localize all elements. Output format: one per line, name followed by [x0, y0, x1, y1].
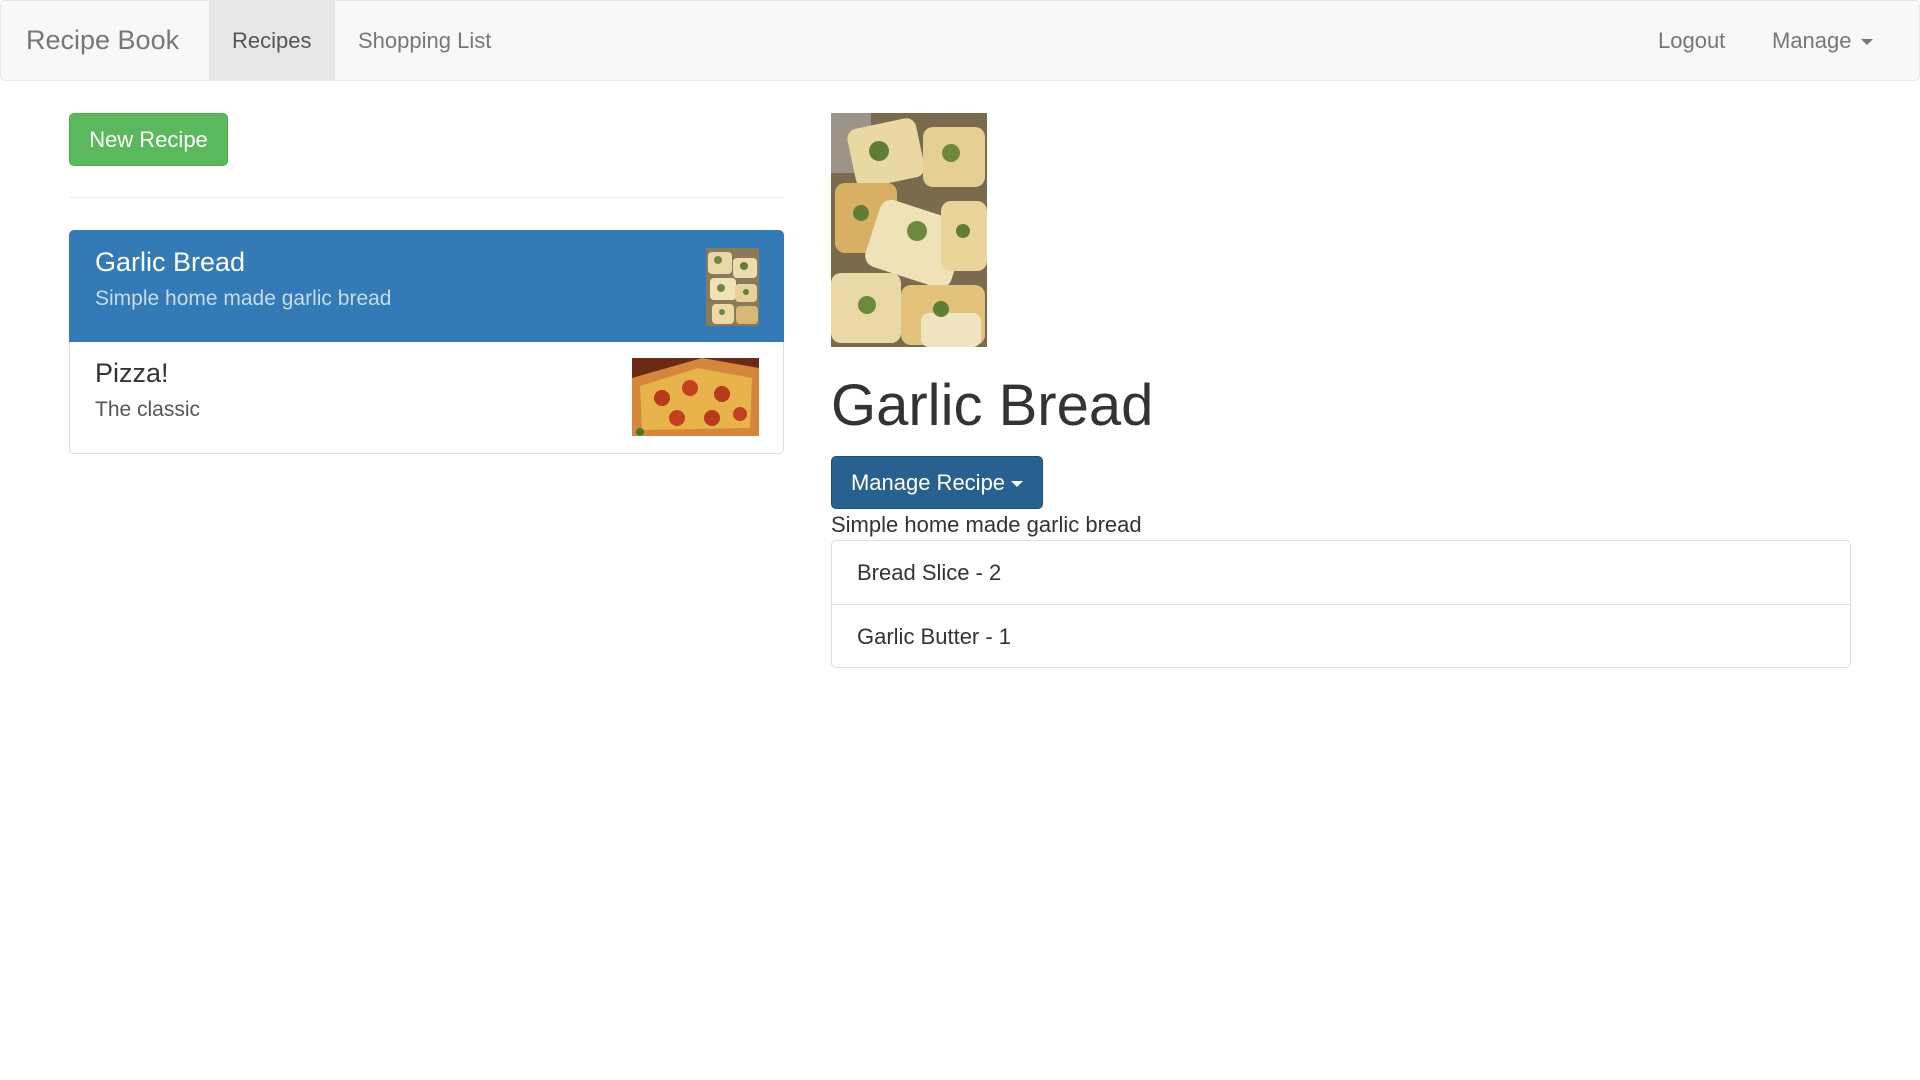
- nav-manage-dropdown[interactable]: Manage: [1749, 1, 1896, 80]
- new-recipe-button[interactable]: New Recipe: [69, 113, 228, 166]
- recipe-list-item-garlic-bread[interactable]: Garlic Bread Simple home made garlic bre…: [69, 230, 784, 342]
- navbar: Recipe Book Recipes Shopping List Logout…: [0, 0, 1920, 81]
- recipe-item-title: Garlic Bread: [95, 247, 246, 277]
- caret-down-icon: [1011, 481, 1024, 488]
- divider: [69, 197, 784, 198]
- navbar-brand[interactable]: Recipe Book: [26, 1, 179, 80]
- recipe-list: Garlic Bread Simple home made garlic bre…: [69, 230, 784, 454]
- recipe-title: Garlic Bread: [831, 373, 1154, 438]
- ingredient-item[interactable]: Garlic Butter - 1: [832, 604, 1850, 667]
- nav-shopping-list[interactable]: Shopping List: [335, 1, 514, 80]
- recipe-image: [831, 113, 987, 347]
- nav-manage-label: Manage: [1772, 28, 1852, 53]
- garlic-bread-thumbnail: [706, 248, 759, 326]
- manage-recipe-label: Manage Recipe: [850, 470, 1006, 495]
- ingredient-list: Bread Slice - 2 Garlic Butter - 1: [831, 540, 1851, 668]
- recipe-item-description: Simple home made garlic bread: [95, 287, 392, 310]
- recipe-list-item-pizza[interactable]: Pizza! The classic: [69, 342, 784, 454]
- nav-recipes[interactable]: Recipes: [209, 1, 335, 80]
- pizza-thumbnail: [632, 358, 759, 436]
- recipe-item-description: The classic: [95, 398, 201, 421]
- recipe-description: Simple home made garlic bread: [831, 512, 1142, 537]
- recipe-item-title: Pizza!: [95, 358, 169, 388]
- ingredient-item[interactable]: Bread Slice - 2: [832, 541, 1850, 604]
- nav-logout[interactable]: Logout: [1635, 1, 1748, 80]
- caret-down-icon: [1860, 39, 1873, 46]
- manage-recipe-button[interactable]: Manage Recipe: [831, 456, 1043, 509]
